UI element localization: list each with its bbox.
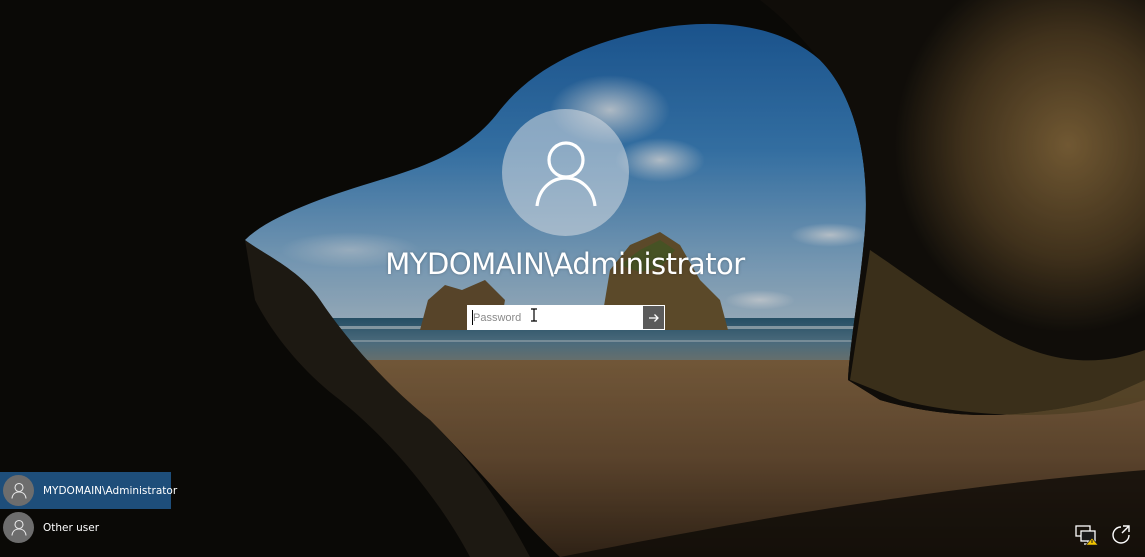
password-field-container (467, 305, 665, 330)
avatar (3, 475, 34, 506)
user-switcher-list: MYDOMAIN\Administrator Other user (0, 472, 177, 546)
password-input[interactable] (468, 306, 643, 329)
network-icon (1075, 525, 1099, 546)
lock-screen: MYDOMAIN\Administrator MYDOMAIN\Administ… (0, 0, 1145, 557)
user-silhouette-icon (10, 519, 27, 536)
mouse-ibeam-cursor-icon (531, 308, 537, 322)
avatar (3, 512, 34, 543)
network-button[interactable] (1075, 523, 1099, 547)
user-avatar (502, 109, 629, 236)
system-tray (1075, 523, 1133, 547)
arrow-right-icon (648, 313, 659, 322)
ease-of-access-button[interactable] (1109, 523, 1133, 547)
user-silhouette-icon (10, 482, 27, 499)
user-list-item-administrator[interactable]: MYDOMAIN\Administrator (0, 472, 177, 509)
user-list-item-other-user[interactable]: Other user (0, 509, 171, 546)
user-list-item-label: MYDOMAIN\Administrator (43, 484, 178, 497)
text-caret (472, 310, 473, 325)
user-list-item-label: Other user (43, 521, 100, 534)
username-title: MYDOMAIN\Administrator (385, 247, 745, 281)
submit-button[interactable] (643, 306, 664, 329)
ease-of-access-icon (1112, 525, 1130, 544)
user-silhouette-icon (534, 140, 597, 206)
